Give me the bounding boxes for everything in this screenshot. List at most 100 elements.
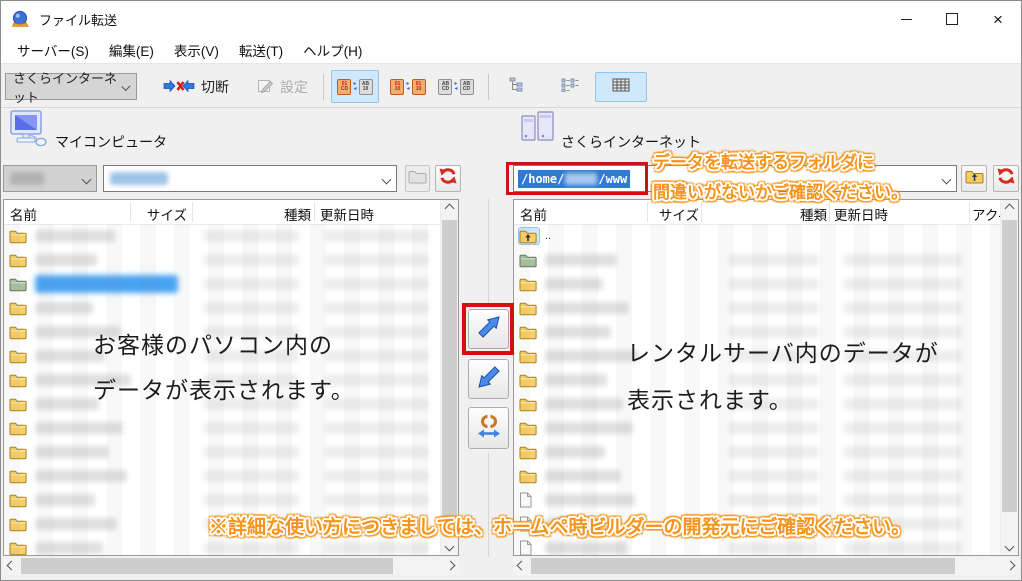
column-header-modified[interactable]: 更新日時 xyxy=(834,204,888,224)
folder-row[interactable] xyxy=(4,416,441,440)
blurred-filename xyxy=(545,422,633,434)
folder-row[interactable] xyxy=(514,272,1001,296)
folder-row[interactable] xyxy=(4,224,441,248)
mirror-transfer-button[interactable] xyxy=(468,407,509,449)
blurred-filename xyxy=(35,494,95,506)
scroll-down-button[interactable] xyxy=(441,538,458,555)
toolbar-separator xyxy=(488,74,489,100)
local-horizontal-scrollbar[interactable] xyxy=(3,557,459,575)
scroll-up-button[interactable] xyxy=(441,200,458,217)
column-header-name[interactable]: 名前 xyxy=(520,204,547,224)
transfer-mode-auto-button[interactable]: 01 CD ▸◂ AB 10 xyxy=(331,70,379,103)
scroll-thumb[interactable] xyxy=(531,558,955,574)
remote-file-list: 名前 サイズ 種類 更新日時 アク- .. xyxy=(513,199,1019,556)
app-icon xyxy=(11,10,31,28)
column-header-modified[interactable]: 更新日時 xyxy=(320,204,374,224)
scroll-thumb[interactable] xyxy=(442,220,457,518)
scroll-left-button[interactable] xyxy=(3,557,20,574)
maximize-button[interactable] xyxy=(929,1,975,37)
parent-dir-label: .. xyxy=(545,230,551,242)
remote-path-value: /home/ /www xyxy=(518,170,630,188)
folder-row[interactable] xyxy=(4,296,441,320)
column-header-type[interactable]: 種類 xyxy=(244,204,311,224)
folder-row[interactable] xyxy=(514,248,1001,272)
blurred-cell xyxy=(844,254,962,266)
column-header-size[interactable]: サイズ xyxy=(634,204,699,224)
scroll-right-button[interactable] xyxy=(442,557,459,574)
folder-row[interactable] xyxy=(4,464,441,488)
blurred-cell xyxy=(204,494,299,506)
blurred-cell xyxy=(324,494,429,506)
blurred-filename xyxy=(545,350,639,362)
transfer-mode-binary-button[interactable]: 01 10 ▸◂ 01 10 xyxy=(385,70,431,103)
folder-row[interactable] xyxy=(514,464,1001,488)
blurred-cell xyxy=(844,446,962,458)
folder-icon xyxy=(9,516,29,532)
folder-icon xyxy=(519,324,539,340)
file-transfer-window: ファイル転送 × サーバー(S) 編集(E) 表示(V) 転送(T) ヘルプ(H… xyxy=(0,0,1022,581)
column-header-size[interactable]: サイズ xyxy=(124,204,187,224)
menu-bar: サーバー(S) 編集(E) 表示(V) 転送(T) ヘルプ(H) xyxy=(1,37,1021,63)
scroll-thumb[interactable] xyxy=(21,558,393,574)
folder-up-icon xyxy=(519,228,539,244)
folder-row[interactable] xyxy=(4,248,441,272)
remote-horizontal-scrollbar[interactable] xyxy=(513,557,1019,575)
upload-arrow-icon xyxy=(476,314,502,345)
view-list-button[interactable] xyxy=(550,72,590,102)
local-folder-up-button[interactable] xyxy=(405,165,430,192)
remote-vertical-scrollbar[interactable] xyxy=(1000,200,1018,555)
folder-check-note-line1: データを転送するフォルダに xyxy=(653,148,874,173)
close-button[interactable]: × xyxy=(975,1,1021,37)
remote-refresh-button[interactable] xyxy=(993,165,1019,192)
folder-icon xyxy=(9,372,29,388)
download-button[interactable] xyxy=(468,359,509,399)
mode-arrows-icon: ▸◂ xyxy=(406,82,409,92)
chevron-up-icon xyxy=(445,204,455,214)
folder-row[interactable] xyxy=(514,296,1001,320)
folder-row[interactable] xyxy=(4,272,441,296)
menu-edit[interactable]: 編集(E) xyxy=(99,37,164,63)
minimize-button[interactable] xyxy=(883,1,929,37)
blurred-filename xyxy=(545,446,605,458)
blurred-filename xyxy=(35,422,123,434)
local-vertical-scrollbar[interactable] xyxy=(440,200,458,555)
folder-row[interactable] xyxy=(514,416,1001,440)
scroll-up-button[interactable] xyxy=(1001,200,1018,217)
menu-transfer[interactable]: 転送(T) xyxy=(229,37,293,63)
remote-folder-up-button[interactable] xyxy=(961,165,987,192)
scroll-down-button[interactable] xyxy=(1001,538,1018,555)
menu-server[interactable]: サーバー(S) xyxy=(7,37,99,63)
column-header-permissions[interactable]: アク- xyxy=(972,204,1001,224)
folder-icon xyxy=(519,468,539,484)
local-path-combobox[interactable] xyxy=(103,165,397,192)
folder-row[interactable] xyxy=(4,488,441,512)
scroll-right-button[interactable] xyxy=(1002,557,1019,574)
menu-help[interactable]: ヘルプ(H) xyxy=(293,37,372,63)
blurred-cell xyxy=(844,470,962,482)
folder-row[interactable] xyxy=(4,440,441,464)
view-tree-button[interactable] xyxy=(498,72,538,102)
scroll-thumb[interactable] xyxy=(1002,220,1017,512)
blurred-filename xyxy=(35,398,99,410)
host-select[interactable]: さくらインターネット xyxy=(5,73,137,100)
folder-row[interactable] xyxy=(514,440,1001,464)
menu-view[interactable]: 表示(V) xyxy=(164,37,229,63)
mirror-icon xyxy=(476,413,502,444)
column-header-type[interactable]: 種類 xyxy=(759,204,827,224)
drive-select[interactable] xyxy=(3,165,97,192)
blurred-cell xyxy=(844,374,962,386)
file-row[interactable] xyxy=(514,488,1001,512)
blurred-account-name xyxy=(565,173,597,185)
transfer-mode-ascii-button[interactable]: AB CD ▸◂ AB CD xyxy=(433,70,479,103)
scroll-left-button[interactable] xyxy=(513,557,530,574)
column-header-name[interactable]: 名前 xyxy=(10,204,37,224)
disconnect-button[interactable]: 切断 xyxy=(163,74,229,100)
settings-button[interactable]: 設定 xyxy=(257,74,308,100)
title-bar: ファイル転送 × xyxy=(1,1,1021,37)
folder-check-note-line2: 間違いがないかご確認ください。 xyxy=(653,178,908,203)
chevron-down-icon xyxy=(82,174,92,184)
upload-button[interactable] xyxy=(468,309,509,349)
view-details-button[interactable] xyxy=(595,72,647,102)
local-refresh-button[interactable] xyxy=(435,165,461,192)
folder-row[interactable]: .. xyxy=(514,224,1001,248)
